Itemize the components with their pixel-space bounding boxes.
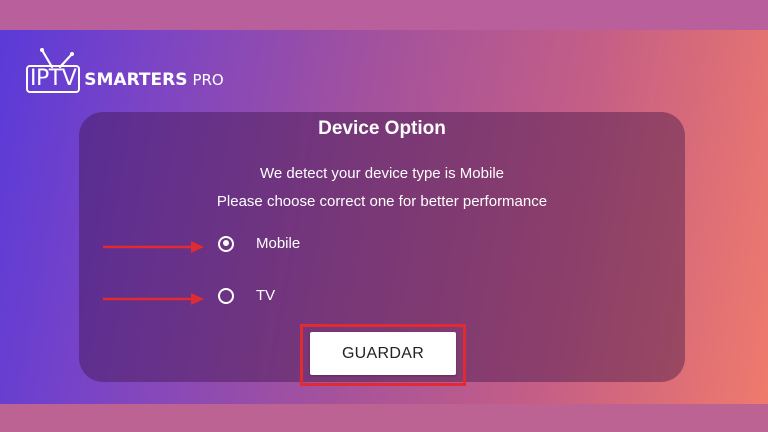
device-detected-text: We detect your device type is Mobile [259, 165, 504, 182]
radio-option-tv[interactable]: TV [218, 287, 275, 304]
save-button-highlight [300, 324, 466, 386]
radio-option-mobile[interactable]: Mobile [218, 235, 300, 252]
page-frame-bottom [0, 404, 768, 432]
logo-wordmark: IPTV SMARTERS PRO [26, 65, 224, 93]
choose-device-hint: Please choose correct one for better per… [216, 193, 548, 210]
logo-smarters-text: SMARTERS [84, 70, 188, 90]
logo-iptv-text: IPTV [26, 65, 81, 93]
page-frame-top [0, 0, 768, 30]
radio-checked-icon[interactable] [218, 235, 234, 252]
dialog-title: Device Option [318, 118, 446, 139]
arrow-right-icon [103, 241, 204, 253]
radio-label-tv: TV [256, 287, 276, 304]
radio-unchecked-icon[interactable] [218, 287, 234, 304]
app-logo: IPTV SMARTERS PRO [26, 47, 226, 93]
logo-pro-text: PRO [192, 71, 224, 89]
arrow-right-icon [103, 293, 204, 305]
radio-label-mobile: Mobile [256, 235, 301, 252]
